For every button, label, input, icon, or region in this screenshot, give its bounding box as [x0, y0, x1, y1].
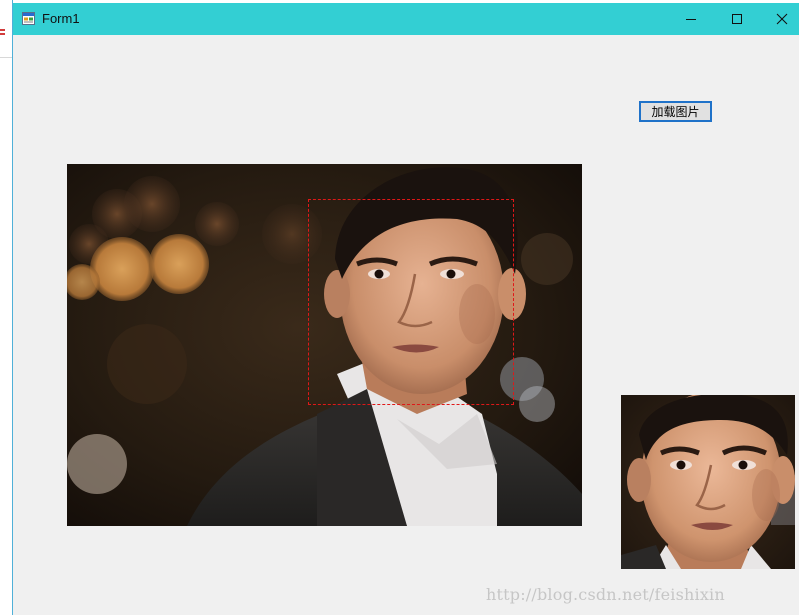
maximize-button[interactable] — [714, 3, 760, 35]
background-red-marker — [0, 29, 5, 31]
main-picture-box — [67, 164, 582, 526]
title-bar[interactable]: Form1 — [13, 3, 799, 35]
minimize-button[interactable] — [668, 3, 714, 35]
background-divider — [0, 57, 12, 58]
winforms-app-icon — [22, 12, 35, 25]
face-crop-photo — [621, 395, 795, 569]
face-crop-picture-box — [621, 395, 795, 569]
background-window-edge — [0, 0, 13, 615]
maximize-icon — [732, 14, 742, 24]
minimize-icon — [686, 19, 696, 20]
close-icon — [776, 13, 788, 25]
screenshot-stage: Form1 加载图片 http://blog.csdn.net/feishixi… — [0, 0, 799, 615]
window-title: Form1 — [42, 11, 80, 26]
form1-window: Form1 加载图片 http://blog.csdn.net/feishixi… — [13, 3, 799, 615]
load-image-button[interactable]: 加载图片 — [639, 101, 712, 122]
face-detection-box — [308, 199, 514, 405]
close-button[interactable] — [759, 3, 799, 35]
watermark-text: http://blog.csdn.net/feishixin — [486, 585, 725, 604]
